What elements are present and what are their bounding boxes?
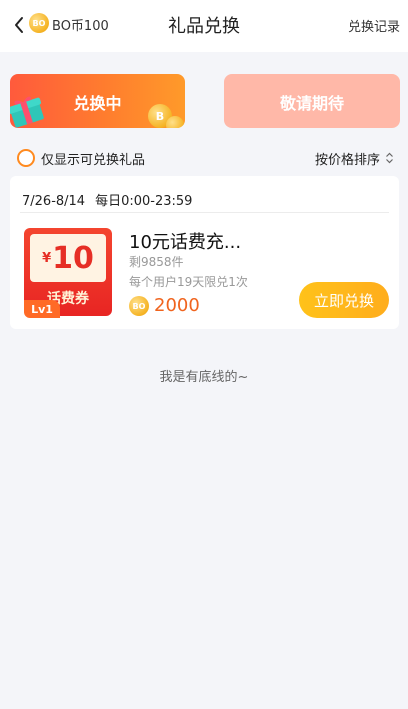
voucher-amount-panel: ¥10 [30, 234, 106, 282]
gift-name[interactable]: 10元话费充... [129, 228, 241, 254]
gift-limit: 每个用户19天限兑1次 [129, 275, 248, 289]
coin-decoration-icon [166, 116, 184, 128]
page-title: 礼品兑换 [168, 16, 240, 37]
voucher-currency: ¥ [42, 250, 52, 266]
date-range: 7/26-8/14 [22, 194, 86, 209]
gift-stock: 剩9858件 [129, 255, 184, 269]
daily-time: 每日0:00-23:59 [95, 194, 193, 209]
tab-coming-soon[interactable]: 敬请期待 [224, 74, 400, 128]
sort-label: 按价格排序 [314, 152, 380, 168]
end-of-list-note: 我是有底线的~ [159, 370, 249, 385]
exchange-period: 7/26-8/14 每日0:00-23:59 [22, 190, 192, 209]
tab-label: 敬请期待 [279, 94, 344, 113]
exchange-record-link[interactable]: 兑换记录 [348, 16, 400, 35]
filter-label: 仅显示可兑换礼品 [41, 152, 146, 168]
gift-card: 7/26-8/14 每日0:00-23:59 ¥10 话费券 Lv1 10元话费充… [10, 176, 399, 329]
sort-by-price[interactable]: 按价格排序 [315, 148, 394, 168]
divider [20, 212, 389, 213]
level-badge: Lv1 [24, 300, 60, 318]
sort-arrows-icon [386, 152, 393, 164]
redeem-button[interactable]: 立即兑换 [299, 282, 389, 318]
voucher-amount: 10 [52, 240, 94, 276]
app-header: BO BO币100 礼品兑换 兑换记录 [0, 0, 408, 52]
tab-exchanging[interactable]: B 兑换中 [10, 74, 185, 128]
exchangeable-filter[interactable]: 仅显示可兑换礼品 [17, 148, 145, 168]
bo-coin-icon: BO [129, 296, 149, 316]
gift-price: 2000 [154, 295, 200, 316]
radio-button[interactable] [17, 149, 35, 167]
tab-label: 兑换中 [73, 94, 122, 113]
